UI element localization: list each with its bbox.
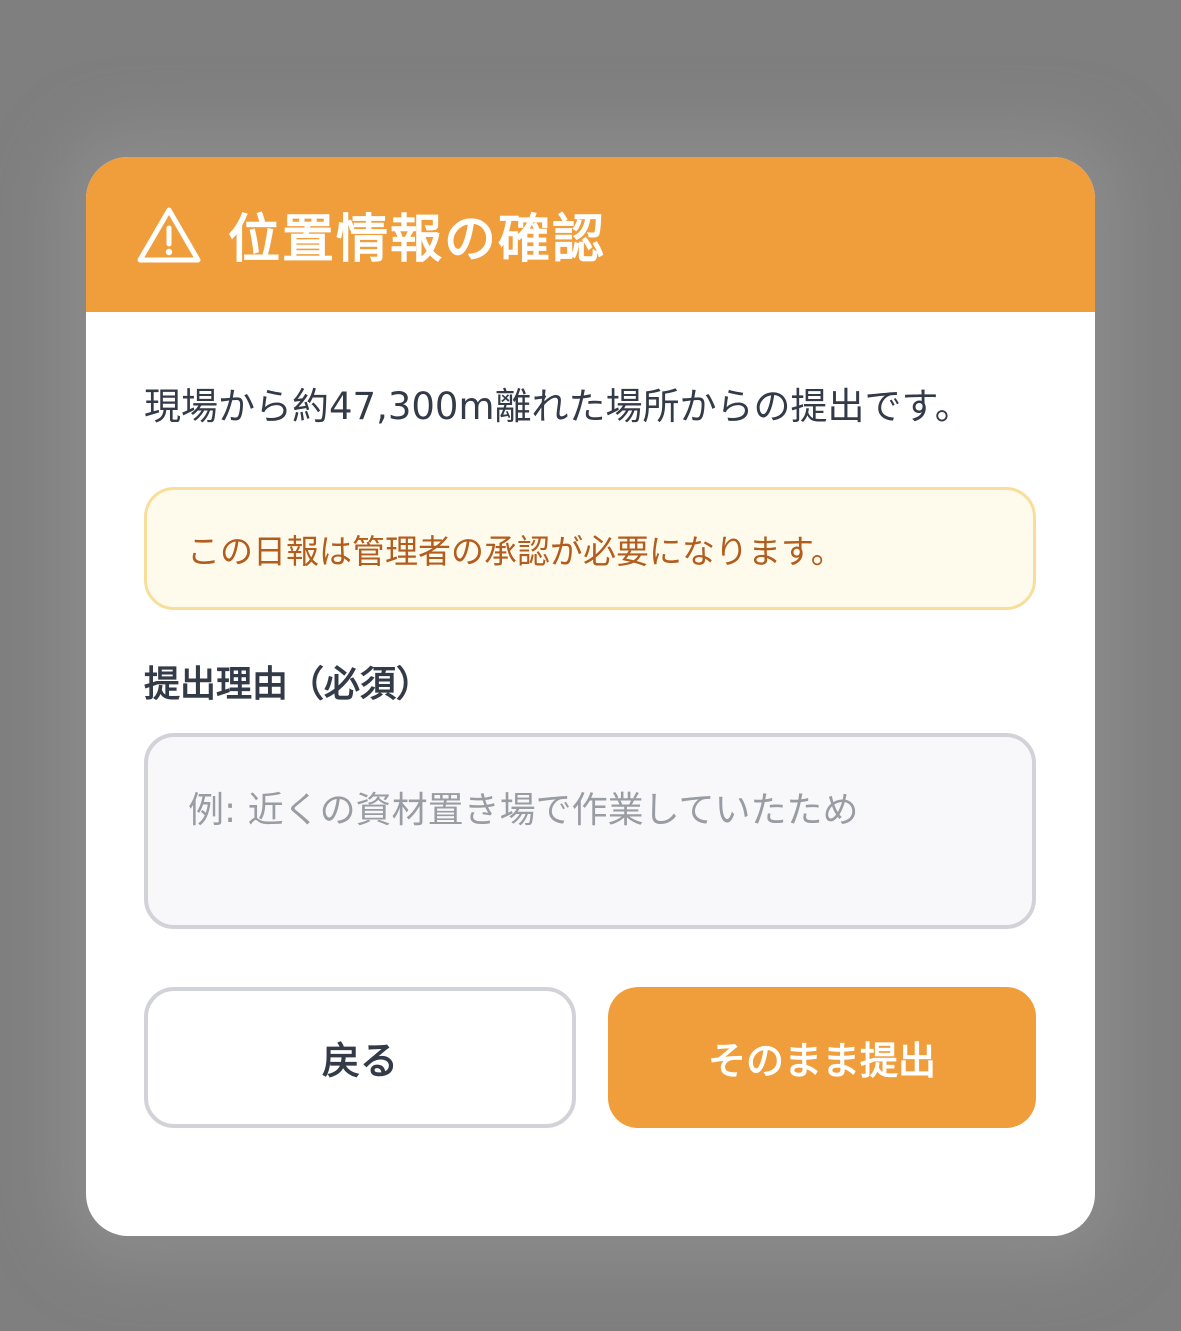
approval-notice-text: この日報は管理者の承認が必要になります。 bbox=[187, 531, 844, 571]
reason-label: 提出理由（必須） bbox=[144, 664, 433, 705]
reason-input[interactable] bbox=[144, 733, 1036, 929]
submit-anyway-button[interactable]: そのまま提出 bbox=[608, 987, 1036, 1128]
dialog-actions: 戻る そのまま提出 bbox=[144, 987, 1036, 1128]
dialog-title: 位置情報の確認 bbox=[228, 210, 607, 270]
dialog-body: 現場から約47,300m離れた場所からの提出です。 この日報は管理者の承認が必要… bbox=[86, 376, 1095, 1128]
approval-notice: この日報は管理者の承認が必要になります。 bbox=[144, 487, 1036, 610]
back-button[interactable]: 戻る bbox=[144, 987, 576, 1128]
warning-triangle-icon bbox=[136, 206, 202, 264]
location-confirm-dialog: 位置情報の確認 現場から約47,300m離れた場所からの提出です。 この日報は管… bbox=[86, 157, 1095, 1236]
dialog-header: 位置情報の確認 bbox=[86, 157, 1095, 312]
distance-message: 現場から約47,300m離れた場所からの提出です。 bbox=[144, 385, 972, 428]
